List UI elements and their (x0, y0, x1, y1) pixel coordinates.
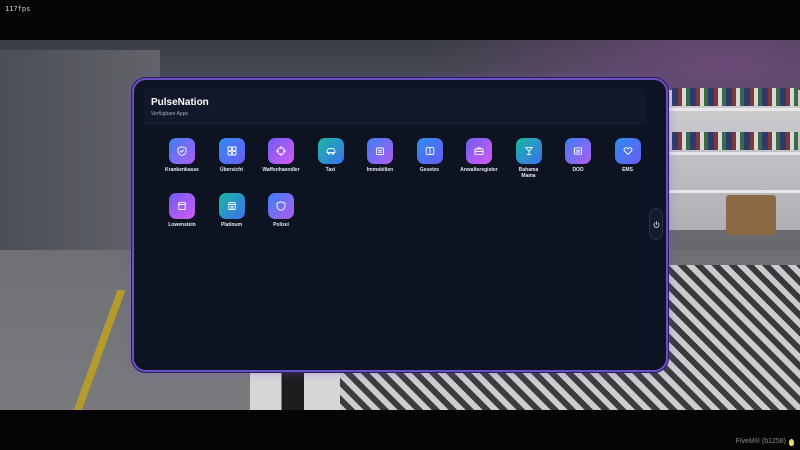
app-label: DOD (572, 167, 584, 173)
app-label: Übersicht (219, 167, 244, 173)
app-label: Gesetze (419, 167, 440, 173)
tablet-subtitle: Verfügbare Apps (151, 111, 188, 117)
app-platinum[interactable]: Platinum (207, 193, 257, 239)
app-label: Anwaltsregister (460, 167, 498, 173)
book-icon (416, 138, 443, 164)
shield-icon (169, 138, 195, 164)
app-bahama-mama[interactable]: Bahama Mama (504, 138, 554, 184)
app-label: Platinum (220, 222, 243, 228)
client-version-label: FiveM® (b1258) (735, 438, 786, 445)
taxi-icon (317, 138, 344, 164)
app-polizei[interactable]: Polizei (256, 193, 306, 239)
dashboard-icon (218, 138, 245, 164)
app-anwaltsregister[interactable]: Anwaltsregister (454, 138, 504, 184)
store-icon (169, 193, 195, 219)
cocktail-icon (515, 138, 542, 164)
storefront-icon (218, 193, 245, 219)
app-ems[interactable]: EMS (603, 138, 647, 184)
app-uebersicht[interactable]: Übersicht (207, 138, 257, 184)
tablet-title: PulseNation (151, 97, 209, 108)
app-label: Waffenhaendler (262, 167, 300, 173)
app-lowenstein[interactable]: Lowenstein (157, 193, 207, 239)
letterbox-top (0, 0, 800, 40)
tablet-screen: PulseNation Verfügbare Apps Krankenkasse… (144, 88, 646, 364)
fps-counter: 117fps (5, 5, 31, 13)
app-dod[interactable]: DOD (553, 138, 603, 184)
briefcase-icon (466, 138, 492, 164)
app-krankenkasse[interactable]: Krankenkasse (157, 138, 207, 184)
app-label: Krankenkasse (165, 167, 199, 173)
app-label: EMS (622, 167, 633, 173)
app-label: Polizei (273, 222, 289, 228)
app-gesetze[interactable]: Gesetze (405, 138, 455, 184)
app-immobilien[interactable]: Immobilien (355, 138, 405, 184)
app-label: Taxi (325, 167, 336, 173)
app-label: Bahama Mama (518, 167, 539, 179)
power-button[interactable] (649, 208, 663, 240)
tablet-frame: PulseNation Verfügbare Apps Krankenkasse… (132, 78, 668, 372)
building-icon (367, 138, 393, 164)
crosshair-icon (268, 138, 294, 164)
app-label: Lowenstein (168, 222, 196, 228)
tablet-header: PulseNation Verfügbare Apps (144, 88, 646, 124)
app-label: Immobilien (366, 167, 394, 173)
police-shield-icon (268, 193, 294, 219)
app-taxi[interactable]: Taxi (306, 138, 356, 184)
badge-icon (565, 138, 591, 164)
letterbox-bottom (0, 410, 800, 450)
app-waffenhaendler[interactable]: Waffenhaendler (256, 138, 306, 184)
heart-icon (614, 138, 641, 164)
fivem-logo-icon (789, 439, 794, 446)
power-icon (653, 221, 660, 228)
